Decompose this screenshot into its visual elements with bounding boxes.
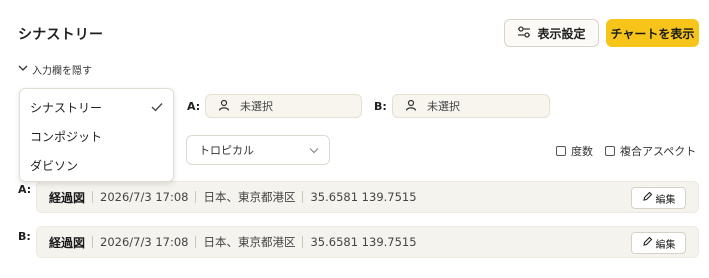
chart-type-dropdown: シナストリー コンポジット ダビソン bbox=[19, 88, 174, 182]
record-coords: 35.6581 139.7515 bbox=[310, 235, 417, 249]
user-icon bbox=[218, 99, 230, 114]
record-place: 日本、東京都港区 bbox=[203, 235, 296, 249]
chevron-down-icon bbox=[309, 144, 319, 157]
dropdown-item-davison[interactable]: ダビソン bbox=[20, 151, 173, 180]
record-title: 経過図 bbox=[49, 235, 86, 250]
composite-aspect-checkbox[interactable]: 複合アスペクト bbox=[605, 143, 696, 159]
degree-checkbox[interactable]: 度数 bbox=[556, 143, 593, 159]
dropdown-item-composite[interactable]: コンポジット bbox=[20, 122, 173, 151]
sliders-icon bbox=[517, 25, 531, 41]
checkbox-box[interactable] bbox=[605, 146, 615, 156]
person-b-label: B: bbox=[374, 100, 387, 113]
record-title: 経過図 bbox=[49, 190, 86, 205]
record-coords: 35.6581 139.7515 bbox=[310, 190, 417, 204]
person-b-field[interactable]: 未選択 bbox=[392, 94, 550, 118]
display-options: 度数 複合アスペクト bbox=[556, 143, 702, 159]
hide-input-toggle[interactable]: 入力欄を隠す bbox=[18, 62, 92, 77]
record-datetime: 2026/7/3 17:08 bbox=[100, 190, 189, 204]
zodiac-select-value: トロピカル bbox=[199, 144, 254, 157]
record-row-b: 経過図 2026/7/3 17:08 日本、東京都港区 35.6581 139.… bbox=[36, 226, 699, 258]
page-title: シナストリー bbox=[18, 27, 104, 43]
person-a-value: 未選択 bbox=[240, 100, 273, 113]
person-a-label: A: bbox=[187, 100, 201, 113]
display-settings-button[interactable]: 表示設定 bbox=[504, 19, 599, 47]
record-a-label: A: bbox=[18, 183, 32, 196]
pencil-icon bbox=[642, 191, 653, 205]
edit-button[interactable]: 編集 bbox=[631, 187, 686, 209]
checkbox-box[interactable] bbox=[556, 146, 566, 156]
divider bbox=[195, 191, 197, 203]
show-chart-button[interactable]: チャートを表示 bbox=[606, 19, 699, 47]
dropdown-item-label: コンポジット bbox=[30, 130, 103, 144]
person-b-value: 未選択 bbox=[427, 100, 460, 113]
divider bbox=[92, 191, 94, 203]
composite-aspect-label: 複合アスペクト bbox=[620, 145, 697, 158]
edit-label: 編集 bbox=[655, 194, 676, 206]
divider bbox=[302, 191, 304, 203]
edit-button[interactable]: 編集 bbox=[631, 232, 686, 254]
record-row-a: 経過図 2026/7/3 17:08 日本、東京都港区 35.6581 139.… bbox=[36, 181, 699, 213]
divider bbox=[302, 236, 304, 248]
record-place: 日本、東京都港区 bbox=[203, 190, 296, 204]
chevron-down-icon bbox=[18, 64, 28, 75]
dropdown-item-label: シナストリー bbox=[30, 101, 103, 115]
degree-label: 度数 bbox=[571, 145, 593, 158]
hide-input-label: 入力欄を隠す bbox=[32, 66, 92, 77]
divider bbox=[92, 236, 94, 248]
person-a-field[interactable]: 未選択 bbox=[205, 94, 362, 118]
checkmark-icon bbox=[151, 101, 163, 115]
zodiac-select[interactable]: トロピカル bbox=[186, 135, 330, 165]
dropdown-item-synastry[interactable]: シナストリー bbox=[20, 93, 173, 122]
record-b-label: B: bbox=[18, 230, 31, 243]
edit-label: 編集 bbox=[655, 239, 676, 251]
dropdown-item-label: ダビソン bbox=[30, 159, 79, 173]
display-settings-label: 表示設定 bbox=[537, 26, 586, 41]
pencil-icon bbox=[642, 236, 653, 250]
record-datetime: 2026/7/3 17:08 bbox=[100, 235, 189, 249]
divider bbox=[195, 236, 197, 248]
user-icon bbox=[405, 99, 417, 114]
